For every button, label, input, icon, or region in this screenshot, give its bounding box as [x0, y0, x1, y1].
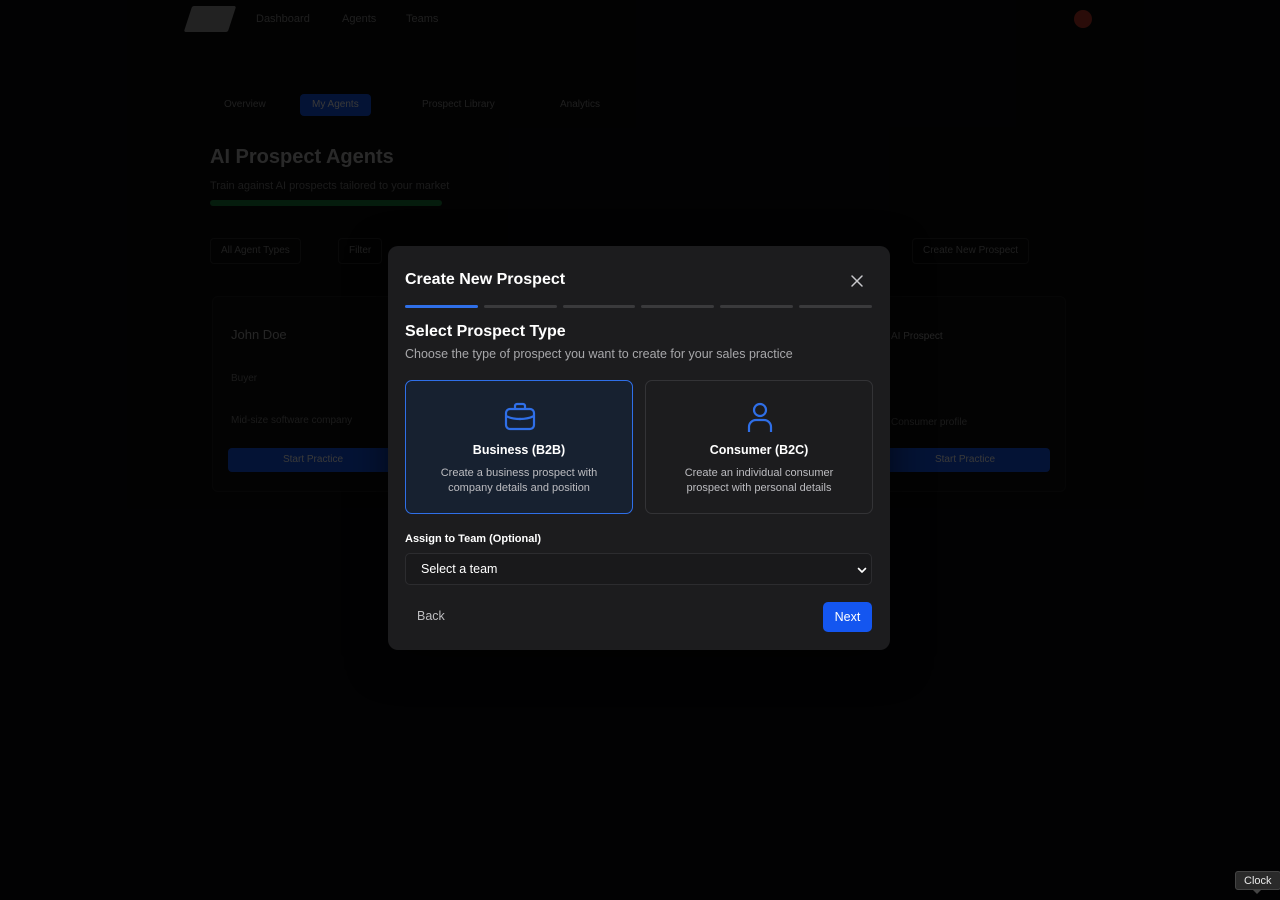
step-segment [562, 305, 636, 308]
next-button[interactable]: Next [823, 602, 872, 632]
nav-link: Agents [342, 13, 377, 25]
progress-bar [210, 200, 442, 206]
section-description: Choose the type of prospect you want to … [405, 347, 793, 361]
filter-button: Filter [338, 238, 383, 264]
step-progress [405, 305, 872, 308]
create-prospect-modal: Create New Prospect Select Prospect Type… [388, 246, 890, 650]
page-subtitle: Train against AI prospects tailored to y… [210, 180, 450, 192]
b2b-option-title: Business (B2B) [472, 443, 566, 457]
agent-meta: Consumer profile [891, 417, 968, 428]
page-title: AI Prospect Agents [210, 146, 394, 168]
step-segment [720, 305, 794, 308]
nav-link: Dashboard [256, 13, 310, 25]
agent-role: Buyer [231, 373, 258, 384]
tab-analytics: Analytics [560, 99, 601, 110]
tab-overview: Overview [224, 99, 266, 110]
close-button[interactable] [846, 270, 868, 292]
step-segment [483, 305, 557, 308]
section-title: Select Prospect Type [405, 323, 566, 340]
b2c-option-title: Consumer (B2C) [709, 443, 809, 457]
step-segment [405, 305, 478, 308]
team-select[interactable]: Select a team [405, 553, 872, 585]
agent-meta: Mid-size software company [231, 415, 353, 426]
agent-name: AI Prospect [891, 331, 943, 342]
clock-tooltip: Clock [1235, 871, 1280, 890]
modal-title: Create New Prospect [405, 271, 566, 288]
app-logo [183, 6, 237, 32]
b2b-option-card[interactable]: Business (B2B) Create a business prospec… [405, 380, 633, 514]
user-icon [747, 402, 773, 432]
nav-link: Teams [406, 13, 439, 25]
b2b-option-description: Create a business prospect with company … [440, 467, 598, 494]
tab-prospect-library: Prospect Library [422, 99, 495, 110]
step-segment [799, 305, 872, 308]
close-icon [851, 275, 863, 287]
chevron-down-icon [857, 567, 867, 573]
create-prospect-button: Create New Prospect [912, 238, 1030, 264]
team-select-value: Select a team [421, 562, 498, 576]
avatar [1074, 10, 1092, 28]
screen: Dashboard Agents Teams Overview My Agent… [0, 0, 1280, 900]
b2c-option-card[interactable]: Consumer (B2C) Create an individual cons… [645, 380, 873, 514]
agent-name: John Doe [231, 327, 287, 342]
start-practice-button: Start Practice [228, 448, 398, 472]
tab-my-agents: My Agents [300, 94, 371, 116]
agent-type-filter: All Agent Types [210, 238, 301, 264]
step-segment [641, 305, 715, 308]
briefcase-icon [504, 402, 536, 431]
tooltip-arrow [1252, 889, 1262, 894]
team-field-label: Assign to Team (Optional) [405, 533, 542, 545]
start-practice-button: Start Practice [880, 448, 1050, 472]
back-button[interactable]: Back [405, 602, 457, 632]
b2c-option-description: Create an individual consumer prospect w… [684, 467, 834, 494]
